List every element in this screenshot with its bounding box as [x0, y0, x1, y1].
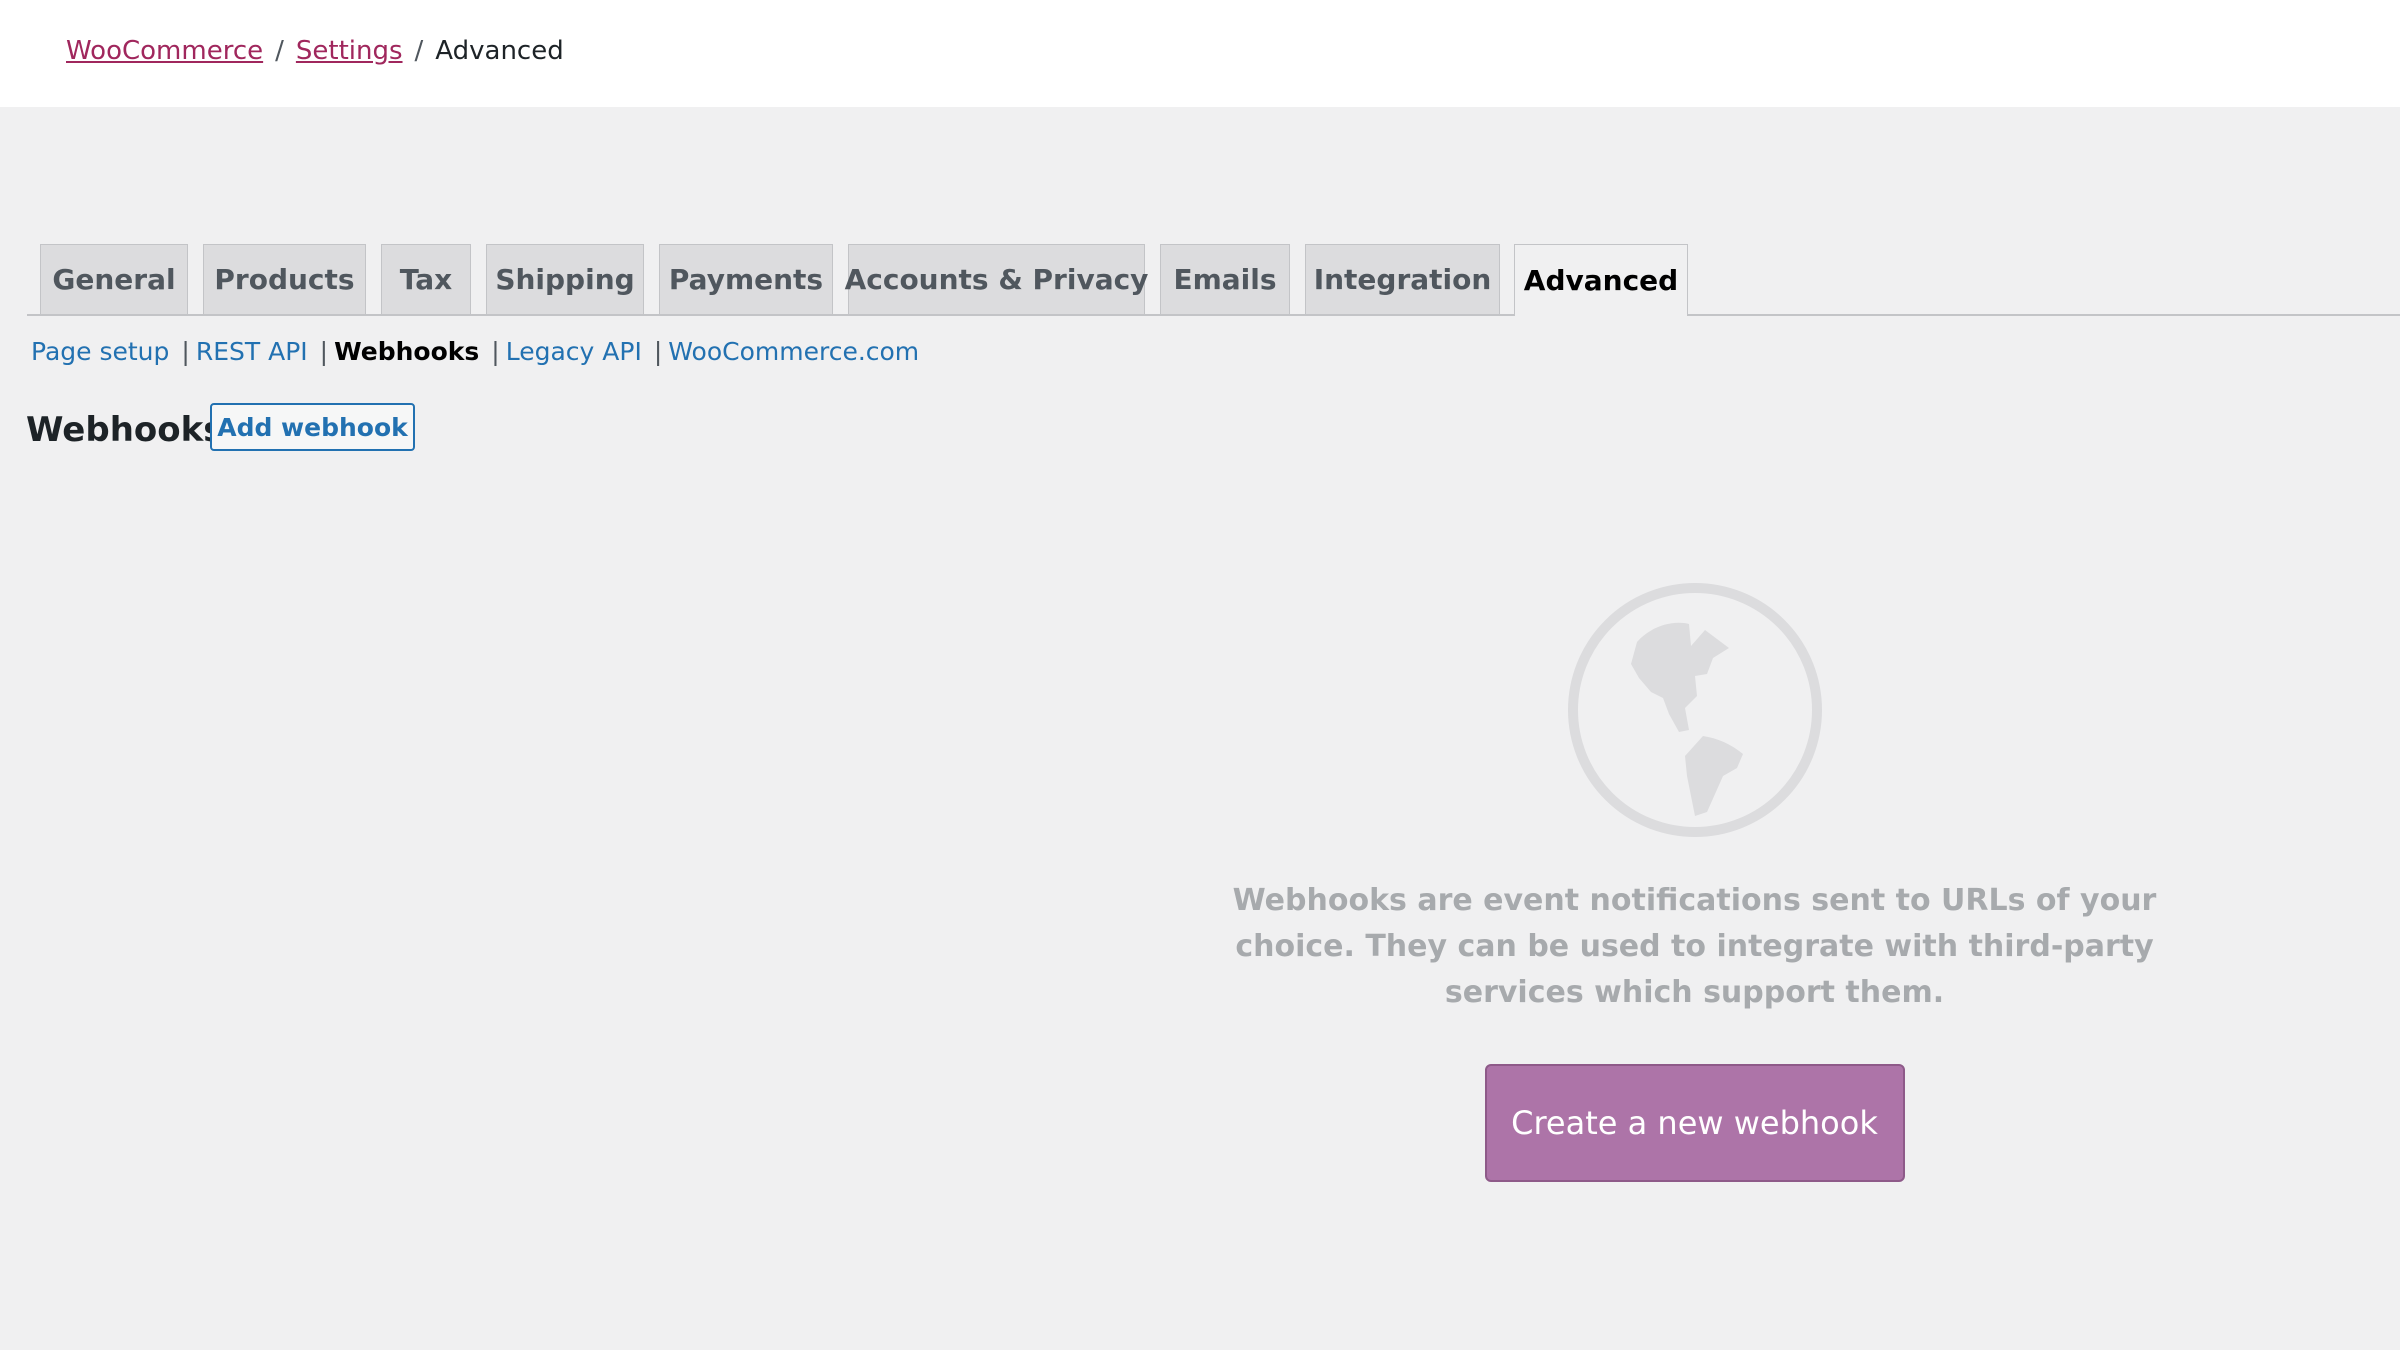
subnav-separator: |	[319, 337, 329, 366]
subnav-separator: |	[181, 337, 190, 366]
subnav-separator: |	[653, 337, 663, 366]
webhooks-empty-state: Webhooks are event notifications sent to…	[1192, 580, 2197, 1182]
subnav-rest-api[interactable]: REST API	[196, 337, 308, 366]
create-webhook-button[interactable]: Create a new webhook	[1484, 1064, 1905, 1182]
tab-shipping[interactable]: Shipping	[486, 244, 644, 314]
breadcrumb-separator: /	[275, 36, 284, 66]
tab-advanced[interactable]: Advanced	[1514, 244, 1688, 316]
breadcrumb-settings[interactable]: Settings	[296, 36, 403, 66]
tab-products[interactable]: Products	[203, 244, 366, 314]
subnav-page-setup[interactable]: Page setup	[31, 337, 169, 366]
tab-accounts-privacy[interactable]: Accounts & Privacy	[845, 244, 1148, 314]
page-title: Webhooks	[26, 410, 224, 450]
breadcrumb-separator: /	[414, 36, 424, 66]
tab-integration[interactable]: Integration	[1305, 244, 1500, 314]
advanced-subnav: Page setup | REST API | Webhooks | Legacy API |…	[31, 334, 919, 370]
breadcrumb-woocommerce[interactable]: WooCommerce	[66, 36, 263, 66]
tab-emails[interactable]: Emails	[1160, 244, 1290, 314]
subnav-woocommerce-com[interactable]: WooCommerce.com	[668, 337, 919, 366]
breadcrumb: WooCommerce / Settings / Advanced	[66, 34, 564, 68]
top-bar: WooCommerce / Settings / Advanced	[0, 0, 2400, 107]
tab-tax[interactable]: Tax	[381, 244, 471, 314]
globe-icon	[1567, 583, 1822, 837]
tab-payments[interactable]: Payments	[659, 244, 833, 314]
subnav-separator: |	[491, 337, 500, 366]
subnav-webhooks-current: Webhooks	[334, 337, 480, 366]
add-webhook-button[interactable]: Add webhook	[210, 403, 415, 451]
empty-state-message: Webhooks are event notifications sent to…	[1232, 883, 2157, 1010]
breadcrumb-current: Advanced	[435, 36, 564, 66]
tab-general[interactable]: General	[40, 244, 188, 314]
settings-tabs: General Products Tax Shipping Payments A…	[27, 244, 2400, 316]
subnav-legacy-api[interactable]: Legacy API	[506, 337, 642, 366]
